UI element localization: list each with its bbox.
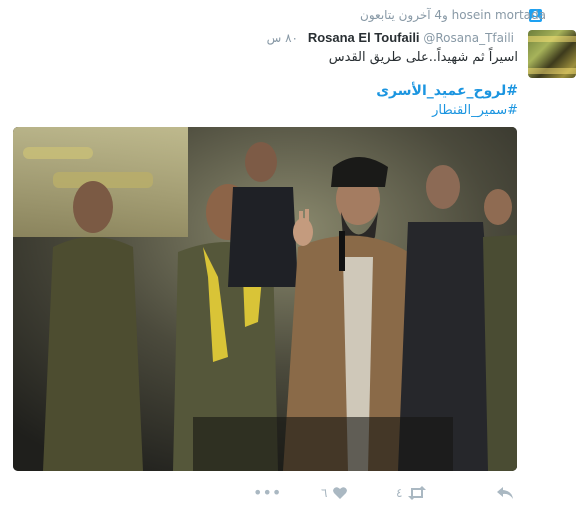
tweet-header: Rosana El Toufaili @Rosana_Tfaili ٨٠ س — [267, 30, 518, 45]
tweet-time[interactable]: ٨٠ س — [267, 31, 298, 45]
social-context[interactable]: hosein mortada و4 آخرون يتابعون — [360, 8, 546, 22]
avatar[interactable] — [528, 30, 576, 78]
retweet-button[interactable]: ٤ — [396, 482, 427, 504]
author-handle[interactable]: @Rosana_Tfaili — [423, 31, 514, 45]
heart-icon — [333, 487, 348, 499]
hashtag-link[interactable]: #لروح_عميد_الأسرى — [376, 83, 518, 99]
more-button[interactable]: ••• — [253, 482, 281, 504]
reply-button[interactable] — [496, 482, 514, 504]
tweet-text: اسيراً ثم شهيداً..على طريق القدس — [328, 50, 518, 65]
photo-illustration — [13, 127, 517, 471]
retweet-icon — [408, 486, 427, 500]
like-button[interactable]: ٦ — [321, 482, 348, 504]
hashtag-link[interactable]: #سمير_القنطار — [432, 103, 518, 118]
tweet-actions: ••• ٦ ٤ — [253, 482, 518, 504]
like-count: ٦ — [321, 486, 328, 500]
author-name[interactable]: Rosana El Toufaili — [308, 30, 420, 45]
retweet-count: ٤ — [396, 486, 403, 500]
reply-icon — [497, 487, 513, 499]
more-icon: ••• — [253, 483, 282, 502]
tweet-photo[interactable] — [13, 127, 517, 471]
